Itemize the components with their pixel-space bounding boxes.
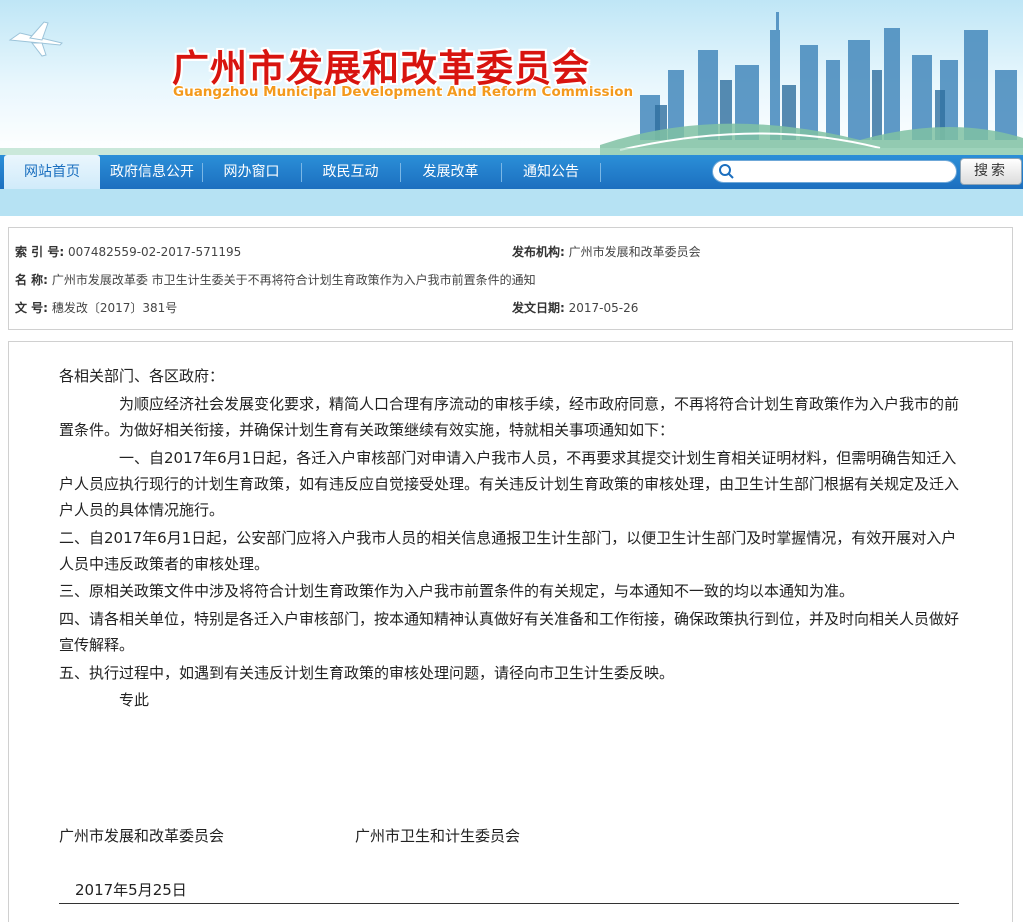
meta-name-label: 名 称: <box>15 273 48 287</box>
nav-gov-info[interactable]: 政府信息公开 <box>102 155 202 189</box>
meta-publisher-row: 发布机构: 广州市发展和改革委员会 <box>512 243 701 260</box>
meta-index-row: 索 引 号: 007482559-02-2017-571195 <box>15 243 241 260</box>
header-banner: 广州市发展和改革委员会 Guangzhou Municipal Developm… <box>0 0 1023 155</box>
paragraph-item-4: 四、请各相关单位，特别是各迁入户审核部门，按本通知精神认真做好有关准备和工作衔接… <box>59 610 960 654</box>
divider <box>59 903 959 904</box>
nav-divider <box>600 163 601 182</box>
meta-name-row: 名 称: 广州市发展改革委 市卫生计生委关于不再将符合计划生育政策作为入户我市前… <box>15 271 536 288</box>
meta-doc-value: 穗发改〔2017〕381号 <box>51 301 178 315</box>
meta-doc-row: 文 号: 穗发改〔2017〕381号 <box>15 299 177 316</box>
nav-reform[interactable]: 发展改革 <box>401 155 500 189</box>
nav-notices[interactable]: 通知公告 <box>502 155 600 189</box>
paragraph-item-3: 三、原相关政策文件中涉及将符合计划生育政策作为入户我市前置条件的有关规定，与本通… <box>59 582 855 600</box>
meta-name-value: 广州市发展改革委 市卫生计生委关于不再将符合计划生育政策作为入户我市前置条件的通… <box>51 273 536 287</box>
meta-publisher-label: 发布机构: <box>512 245 565 259</box>
paragraph-item-2: 二、自2017年6月1日起，公安部门应将入户我市人员的相关信息通报卫生计生部门，… <box>59 529 957 573</box>
signature-health: 广州市卫生和计生委员会 <box>355 827 521 845</box>
salutation: 各相关部门、各区政府： <box>59 367 225 385</box>
nav-online-service[interactable]: 网办窗口 <box>203 155 300 189</box>
nav-interaction[interactable]: 政民互动 <box>302 155 399 189</box>
document-meta: 索 引 号: 007482559-02-2017-571195 发布机构: 广州… <box>8 227 1013 330</box>
signature-ndrc: 广州市发展和改革委员会 <box>59 827 225 845</box>
paragraph-intro: 为顺应经济社会发展变化要求，精简人口合理有序流动的审核手续，经市政府同意，不再将… <box>59 395 960 439</box>
closing-text: 专此 <box>119 691 150 709</box>
site-subtitle: Guangzhou Municipal Development And Refo… <box>173 84 634 100</box>
search-input[interactable] <box>739 162 951 182</box>
nav-substrip <box>0 189 1023 216</box>
meta-publisher-value: 广州市发展和改革委员会 <box>568 245 701 259</box>
nav-home[interactable]: 网站首页 <box>4 155 100 191</box>
document-date: 2017年5月25日 <box>75 881 187 899</box>
meta-date-row: 发文日期: 2017-05-26 <box>512 299 638 316</box>
paragraph-item-1: 一、自2017年6月1日起，各迁入户审核部门对申请入户我市人员，不再要求其提交计… <box>59 449 960 519</box>
meta-doc-label: 文 号: <box>15 301 48 315</box>
search-box <box>712 160 957 183</box>
meta-index-value: 007482559-02-2017-571195 <box>67 245 242 259</box>
airplane-icon <box>8 21 63 57</box>
meta-date-label: 发文日期: <box>512 301 565 315</box>
meta-index-label: 索 引 号: <box>15 245 65 259</box>
search-icon <box>719 164 734 179</box>
search-button[interactable]: 搜索 <box>960 158 1022 185</box>
meta-date-value: 2017-05-26 <box>568 301 639 315</box>
paragraph-item-5: 五、执行过程中，如遇到有关违反计划生育政策的审核处理问题，请径向市卫生计生委反映… <box>59 664 675 682</box>
